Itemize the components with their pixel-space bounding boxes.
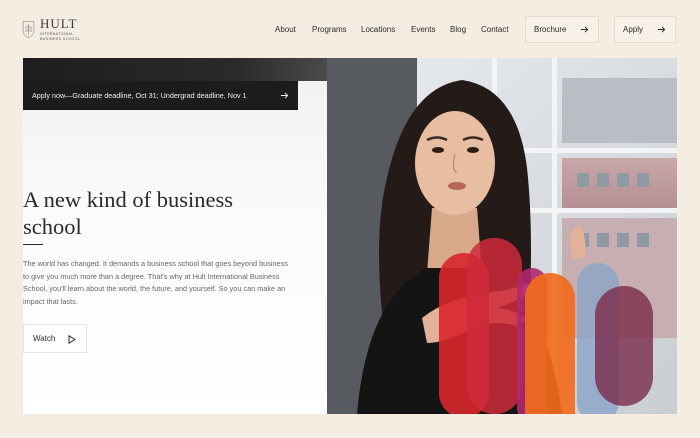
deadline-banner[interactable]: Apply now—Graduate deadline, Oct 31; Und… [23,81,298,110]
nav-about[interactable]: About [275,25,296,34]
arrow-right-icon [280,92,289,99]
hero-photo-illustration [327,58,677,414]
arrow-right-icon [657,26,666,33]
brochure-button[interactable]: Brochure [525,16,599,43]
play-icon [68,335,76,344]
watch-button[interactable]: Watch [23,324,87,353]
nav-programs[interactable]: Programs [312,25,347,34]
apply-button[interactable]: Apply [614,16,676,43]
hero-photo [327,58,677,414]
arrow-right-icon [580,26,589,33]
shield-leaf-icon [22,21,35,38]
headline-divider [23,244,43,245]
brand-name: HULT [40,15,78,31]
hero-intro-text: The world has changed. It demands a busi… [23,259,288,306]
nav-contact[interactable]: Contact [481,25,509,34]
nav-blog[interactable]: Blog [450,25,466,34]
nav-events[interactable]: Events [411,25,435,34]
hult-logo[interactable]: HULT INTERNATIONAL BUSINESS SCHOOL [22,12,92,46]
site-header: HULT INTERNATIONAL BUSINESS SCHOOL About… [0,0,700,58]
apply-label: Apply [623,25,644,34]
hero-headline: A new kind of business school [23,187,233,239]
page-bottom-strip [0,414,700,438]
watch-label: Watch [33,334,56,343]
brand-subtitle: INTERNATIONAL BUSINESS SCHOOL [40,31,81,41]
logo-wordmark: HULT INTERNATIONAL BUSINESS SCHOOL [40,17,92,41]
nav-locations[interactable]: Locations [361,25,395,34]
hero-text-panel [23,81,328,414]
deadline-banner-text: Apply now—Graduate deadline, Oct 31; Und… [32,91,247,100]
hero-top-strip [23,58,327,81]
brochure-label: Brochure [534,25,567,34]
